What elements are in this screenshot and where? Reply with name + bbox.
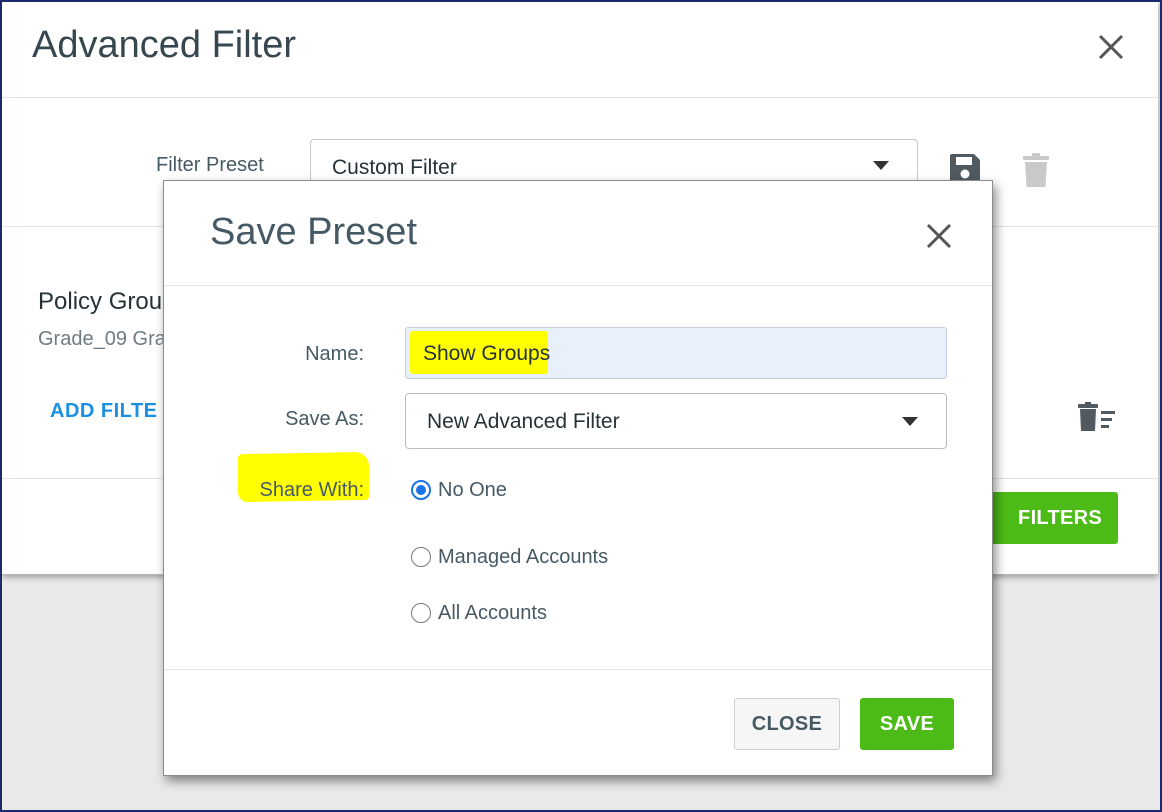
filter-preset-value: Custom Filter	[332, 156, 457, 179]
radio-button[interactable]	[411, 480, 431, 500]
share-option-label: No One	[438, 479, 507, 501]
close-icon[interactable]	[1094, 30, 1128, 64]
share-option-label: Managed Accounts	[438, 546, 609, 568]
divider	[2, 97, 1158, 98]
name-value: Show Groups	[423, 342, 551, 365]
filter-preset-label: Filter Preset	[156, 154, 264, 176]
share-with-label: Share With:	[259, 479, 364, 501]
share-option-label: All Accounts	[438, 602, 547, 624]
radio-button[interactable]	[411, 547, 431, 567]
trash-list-icon[interactable]	[1078, 402, 1116, 432]
save-as-select[interactable]: New Advanced Filter	[405, 393, 947, 449]
add-filter-link[interactable]: ADD FILTE	[50, 400, 157, 423]
close-icon[interactable]	[924, 221, 954, 251]
save-preset-title: Save Preset	[210, 211, 417, 253]
policy-group-title: Policy Grou	[38, 288, 163, 315]
name-input[interactable]: Show Groups	[405, 327, 947, 379]
close-button[interactable]: CLOSE	[734, 698, 840, 750]
save-button[interactable]: SAVE	[860, 698, 954, 750]
caret-down-icon	[902, 417, 918, 426]
caret-down-icon	[873, 161, 889, 170]
divider	[164, 669, 992, 670]
trash-icon[interactable]	[1022, 152, 1050, 188]
policy-group-subtitle: Grade_09 Gra	[38, 328, 166, 350]
save-as-value: New Advanced Filter	[427, 410, 620, 433]
save-preset-dialog: Save Preset Name: Show Groups Save As: N…	[163, 180, 993, 776]
name-label: Name:	[305, 343, 364, 365]
divider	[164, 285, 992, 286]
save-as-label: Save As:	[285, 408, 364, 430]
radio-button[interactable]	[411, 603, 431, 623]
advanced-filter-title: Advanced Filter	[32, 24, 297, 66]
